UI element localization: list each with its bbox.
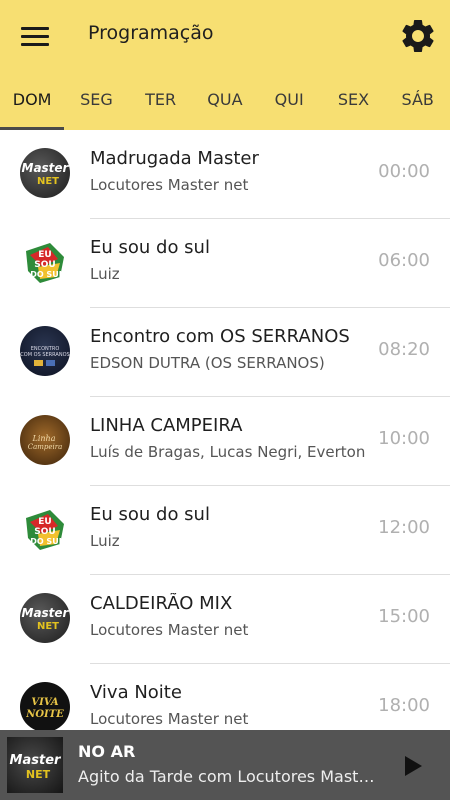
svg-text:Linha: Linha [32, 434, 56, 443]
program-item[interactable]: ENCONTRO COM OS SERRANOS Encontro com OS … [0, 308, 450, 397]
svg-text:Master: Master [22, 606, 70, 620]
viva-noite-logo: VIVA NOITE [20, 682, 70, 730]
now-playing-title: Agito da Tarde com Locutores Master net [78, 767, 383, 786]
program-title: Viva Noite [90, 682, 182, 703]
svg-text:SOU: SOU [34, 260, 55, 270]
tab-sex[interactable]: SEX [321, 80, 385, 130]
program-host: Luiz [90, 265, 120, 283]
program-title: Eu sou do sul [90, 504, 210, 525]
gear-icon[interactable] [398, 16, 438, 56]
linha-campeira-logo: Linha Campeira [20, 415, 70, 465]
program-item[interactable]: Master NET Madrugada Master Locutores Mas… [0, 130, 450, 219]
program-time: 08:20 [378, 339, 430, 360]
serranos-logo: ENCONTRO COM OS SERRANOS [20, 326, 70, 376]
program-item[interactable]: EU SOU DO SUL Eu sou do sul Luiz 06:00 [0, 219, 450, 308]
day-tabs: DOM SEG TER QUA QUI SEX SÁB [0, 80, 450, 130]
program-host: Luiz [90, 532, 120, 550]
live-label: NO AR [78, 742, 136, 761]
program-title: Eu sou do sul [90, 237, 210, 258]
svg-text:VIVA: VIVA [31, 697, 58, 708]
program-title: Encontro com OS SERRANOS [90, 326, 350, 347]
program-host: Locutores Master net [90, 621, 249, 639]
program-host: EDSON DUTRA (OS SERRANOS) [90, 354, 325, 372]
tab-seg[interactable]: SEG [64, 80, 128, 130]
station-logo: Master NET [7, 737, 63, 793]
svg-text:SOU: SOU [34, 527, 55, 537]
svg-text:EU: EU [38, 250, 51, 260]
eu-sou-do-sul-logo: EU SOU DO SUL [20, 237, 70, 287]
program-host: Locutores Master net [90, 710, 249, 728]
svg-text:COM OS SERRANOS: COM OS SERRANOS [20, 352, 69, 358]
play-icon[interactable] [396, 750, 428, 782]
svg-text:NOITE: NOITE [25, 709, 64, 720]
svg-text:Campeira: Campeira [28, 443, 63, 451]
master-net-logo: Master NET [20, 593, 70, 643]
program-time: 00:00 [378, 161, 430, 182]
menu-icon[interactable] [14, 18, 56, 54]
program-item[interactable]: VIVA NOITE Viva Noite Locutores Master ne… [0, 664, 450, 730]
svg-text:DO SUL: DO SUL [30, 537, 64, 546]
svg-text:DO SUL: DO SUL [30, 270, 64, 279]
program-time: 18:00 [378, 695, 430, 716]
program-time: 12:00 [378, 517, 430, 538]
program-host: Locutores Master net [90, 176, 249, 194]
program-title: CALDEIRÃO MIX [90, 593, 233, 614]
program-item[interactable]: Master NET CALDEIRÃO MIX Locutores Master… [0, 575, 450, 664]
svg-text:Master: Master [10, 753, 62, 768]
program-host: Luís de Bragas, Lucas Negri, Everton [90, 443, 366, 461]
tab-qui[interactable]: QUI [257, 80, 321, 130]
tab-sab[interactable]: SÁB [386, 80, 450, 130]
tab-qua[interactable]: QUA [193, 80, 257, 130]
program-list: Master NET Madrugada Master Locutores Mas… [0, 130, 450, 730]
svg-text:EU: EU [38, 517, 51, 527]
app-bar: Programação DOM SEG TER QUA QUI SEX SÁB [0, 0, 450, 130]
program-item[interactable]: EU SOU DO SUL Eu sou do sul Luiz 12:00 [0, 486, 450, 575]
master-net-logo: Master NET [20, 148, 70, 198]
now-playing-bar[interactable]: Master NET NO AR Agito da Tarde com Locut… [0, 730, 450, 800]
svg-text:Master: Master [22, 161, 70, 175]
svg-text:NET: NET [37, 621, 59, 632]
program-title: LINHA CAMPEIRA [90, 415, 243, 436]
page-title: Programação [88, 22, 214, 44]
svg-text:NET: NET [26, 768, 51, 781]
program-time: 10:00 [378, 428, 430, 449]
tab-dom[interactable]: DOM [0, 80, 65, 130]
program-item[interactable]: Linha Campeira LINHA CAMPEIRA Luís de Bra… [0, 397, 450, 486]
eu-sou-do-sul-logo: EU SOU DO SUL [20, 504, 70, 554]
program-title: Madrugada Master [90, 148, 259, 169]
tab-ter[interactable]: TER [129, 80, 193, 130]
svg-text:NET: NET [37, 176, 59, 187]
program-time: 15:00 [378, 606, 430, 627]
program-time: 06:00 [378, 250, 430, 271]
